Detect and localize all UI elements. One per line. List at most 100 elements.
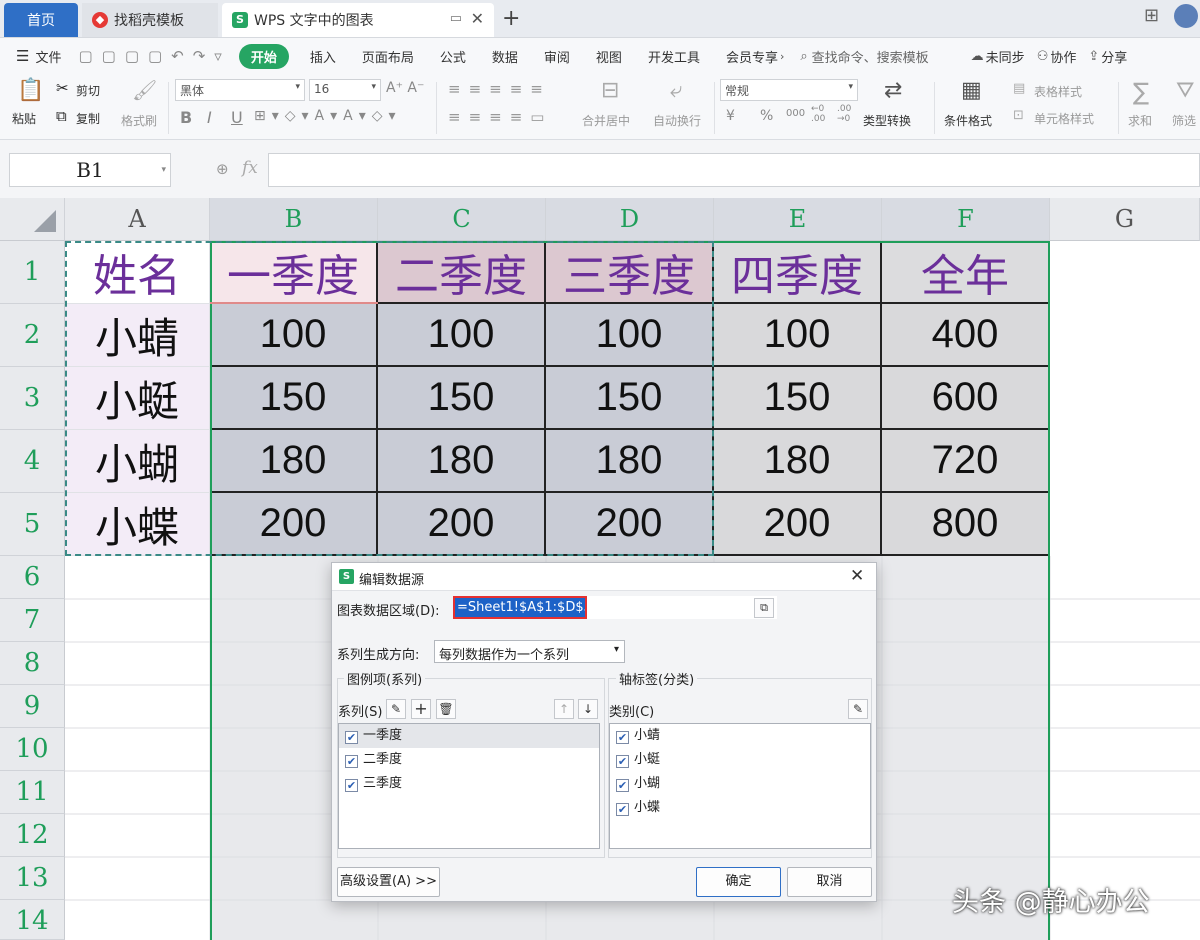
checkbox-icon[interactable]: ✔ — [616, 731, 629, 744]
range-collapse-icon[interactable]: ⧉ — [754, 598, 774, 618]
checkbox-icon[interactable]: ✔ — [616, 755, 629, 768]
menu-view[interactable]: 视图 — [596, 47, 622, 66]
bold-button[interactable]: B — [180, 108, 192, 127]
direction-select[interactable]: 每列数据作为一个系列 ▾ — [434, 640, 625, 663]
command-search[interactable]: 查找命令、搜索模板 — [812, 47, 929, 66]
series-item-q2[interactable]: ✔ 二季度 — [339, 748, 599, 772]
zoom-icon[interactable]: ⊕ — [216, 160, 229, 178]
checkbox-icon[interactable]: ✔ — [616, 803, 629, 816]
cell-style-button[interactable]: 单元格样式 — [1034, 110, 1094, 127]
checkbox-icon[interactable]: ✔ — [345, 755, 358, 768]
category-item[interactable]: ✔ 小蜻 — [610, 724, 870, 748]
font-size-adjust-icons[interactable]: A⁺ A⁻ — [386, 80, 424, 96]
cut-button[interactable]: 剪切 — [76, 82, 100, 99]
row-header-12[interactable]: 12 — [0, 814, 65, 857]
row-header-8[interactable]: 8 — [0, 642, 65, 685]
add-series-icon[interactable]: + — [411, 699, 431, 719]
font-family-select[interactable]: 黑体 ▾ — [175, 79, 305, 101]
underline-button[interactable]: U — [231, 108, 243, 127]
checkbox-icon[interactable]: ✔ — [616, 779, 629, 792]
font-size-select[interactable]: 16 ▾ — [309, 79, 381, 101]
paste-icon[interactable]: 📋 — [17, 78, 44, 103]
series-item-q3[interactable]: ✔ 三季度 — [339, 772, 599, 796]
formula-input[interactable] — [268, 153, 1200, 187]
increase-decimal-button[interactable]: ←0 .00 — [811, 104, 831, 124]
apps-grid-icon[interactable]: ⊞ — [1144, 5, 1159, 26]
cancel-button[interactable]: 取消 — [787, 867, 872, 897]
tab-document[interactable]: S WPS 文字中的图表 ▭ ✕ — [222, 3, 494, 37]
conditional-format-button[interactable]: 条件格式 — [944, 112, 992, 129]
delete-series-icon[interactable]: 🗑 — [436, 699, 456, 719]
sum-button[interactable]: 求和 — [1128, 112, 1152, 129]
category-item[interactable]: ✔ 小蜓 — [610, 748, 870, 772]
tab-home[interactable]: 首页 — [4, 3, 78, 37]
fx-button[interactable]: fx — [242, 158, 258, 178]
range-input[interactable]: =Sheet1!$A$1:$D$5 — [453, 596, 587, 619]
avatar[interactable] — [1174, 4, 1198, 28]
currency-button[interactable]: ¥ — [726, 108, 735, 124]
row-header-13[interactable]: 13 — [0, 857, 65, 900]
tab-template[interactable]: ◆ 找稻壳模板 — [82, 3, 218, 37]
column-header-D[interactable]: D — [546, 198, 714, 241]
advanced-settings-button[interactable]: 高级设置(A) >> — [337, 867, 440, 897]
menu-file[interactable]: 文件 — [35, 47, 61, 66]
category-item[interactable]: ✔ 小蝶 — [610, 796, 870, 820]
format-painter-button[interactable]: 格式刷 — [121, 112, 157, 129]
edit-series-icon[interactable]: ✎ — [386, 699, 406, 719]
menu-formula[interactable]: 公式 — [440, 47, 466, 66]
ok-button[interactable]: 确定 — [696, 867, 781, 897]
quick-access-icons[interactable]: ▢▢▢▢↶↷▿ — [78, 47, 230, 65]
select-all-corner[interactable] — [0, 198, 65, 241]
align-bottom-icons[interactable]: ≡≡≡≡▭ — [448, 108, 552, 126]
edit-category-icon[interactable]: ✎ — [848, 699, 868, 719]
number-format-select[interactable]: 常规 ▾ — [720, 79, 858, 101]
row-header-9[interactable]: 9 — [0, 685, 65, 728]
more-chevron-icon[interactable]: › — [780, 50, 784, 63]
range-input-field[interactable] — [587, 596, 777, 619]
menu-data[interactable]: 数据 — [492, 47, 518, 66]
move-down-icon[interactable]: ↓ — [578, 699, 598, 719]
window-icon[interactable]: ▭ — [450, 11, 462, 26]
column-header-B[interactable]: B — [210, 198, 378, 241]
series-item-q1[interactable]: ✔ 一季度 — [339, 724, 599, 748]
column-header-F[interactable]: F — [882, 198, 1050, 241]
hamburger-icon[interactable]: ☰ — [16, 47, 29, 65]
menu-insert[interactable]: 插入 — [310, 47, 336, 66]
sync-status[interactable]: 未同步 — [986, 47, 1025, 66]
close-icon[interactable]: ✕ — [850, 566, 864, 586]
type-convert-button[interactable]: 类型转换 — [863, 112, 911, 129]
new-tab-icon[interactable]: + — [502, 6, 520, 31]
column-header-A[interactable]: A — [65, 198, 210, 241]
paste-button[interactable]: 粘贴 — [12, 110, 36, 127]
column-header-G[interactable]: G — [1050, 198, 1200, 241]
merge-center-button[interactable]: 合并居中 — [582, 112, 630, 129]
row-header-6[interactable]: 6 — [0, 556, 65, 599]
category-item[interactable]: ✔ 小蝴 — [610, 772, 870, 796]
decrease-decimal-button[interactable]: .00 →0 — [837, 104, 857, 124]
copy-button[interactable]: 复制 — [76, 110, 100, 127]
align-top-icons[interactable]: ≡≡≡≡≡ — [448, 80, 551, 98]
column-header-C[interactable]: C — [378, 198, 546, 241]
row-header-7[interactable]: 7 — [0, 599, 65, 642]
row-header-4[interactable]: 4 — [0, 430, 65, 493]
menu-review[interactable]: 审阅 — [544, 47, 570, 66]
row-header-3[interactable]: 3 — [0, 367, 65, 430]
menu-developer[interactable]: 开发工具 — [648, 47, 700, 66]
menu-member[interactable]: 会员专享 — [726, 47, 778, 66]
move-up-icon[interactable]: ↑ — [554, 699, 574, 719]
checkbox-icon[interactable]: ✔ — [345, 731, 358, 744]
filter-button[interactable]: 筛选 — [1172, 112, 1196, 129]
column-header-E[interactable]: E — [714, 198, 882, 241]
row-header-1[interactable]: 1 — [0, 241, 65, 304]
italic-button[interactable]: I — [207, 108, 212, 127]
table-style-button[interactable]: 表格样式 — [1034, 83, 1082, 100]
share-button[interactable]: 分享 — [1101, 47, 1127, 66]
row-header-14[interactable]: 14 — [0, 900, 65, 940]
checkbox-icon[interactable]: ✔ — [345, 779, 358, 792]
collab-button[interactable]: 协作 — [1050, 47, 1076, 66]
wrap-text-button[interactable]: 自动换行 — [653, 112, 701, 129]
percent-button[interactable]: % — [760, 108, 773, 124]
row-header-11[interactable]: 11 — [0, 771, 65, 814]
menu-start[interactable]: 开始 — [238, 43, 289, 69]
row-header-10[interactable]: 10 — [0, 728, 65, 771]
